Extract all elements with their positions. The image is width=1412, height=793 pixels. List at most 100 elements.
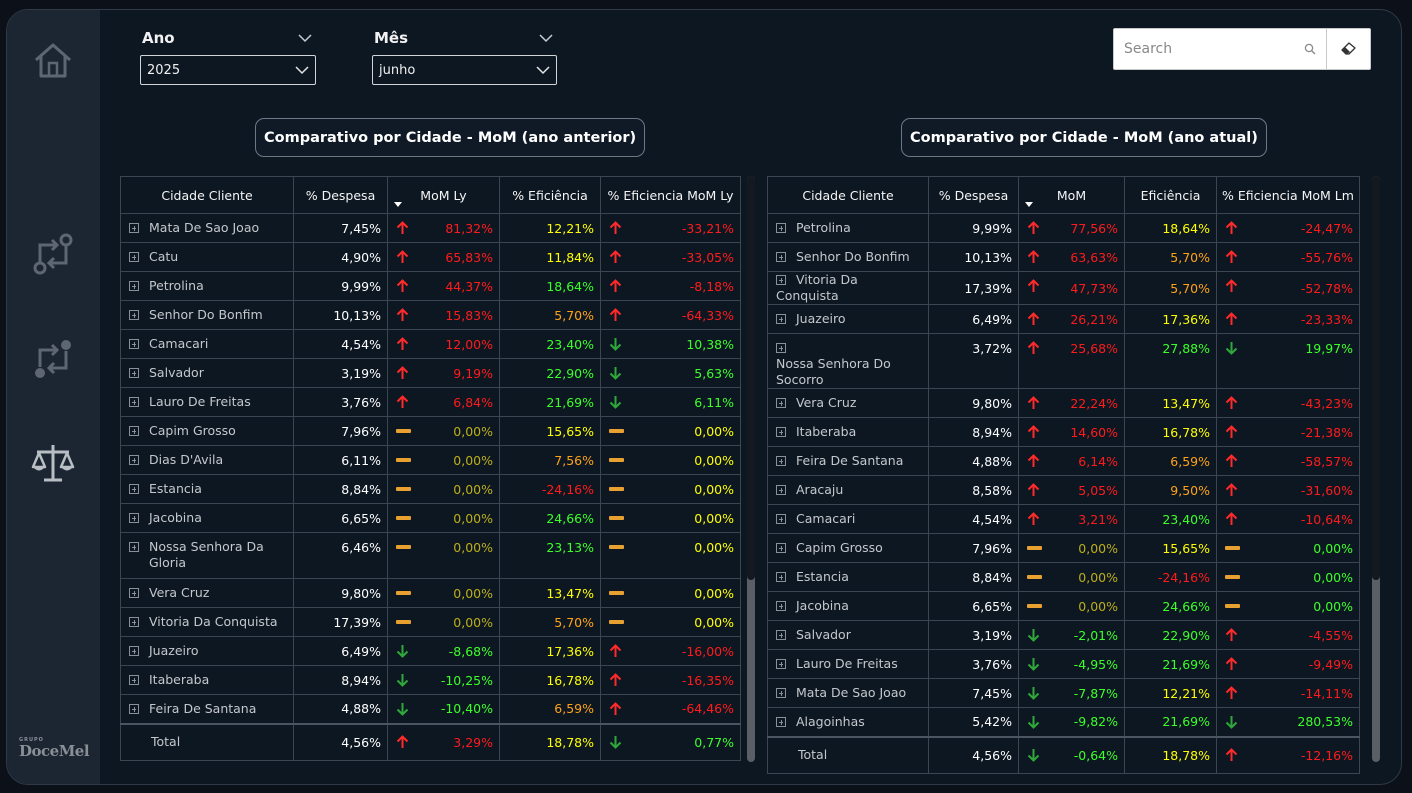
col-header-cidade[interactable]: Cidade Cliente <box>120 176 294 214</box>
city-cell: Camacari <box>120 329 294 359</box>
dash-icon <box>609 615 625 632</box>
chevron-down-icon[interactable] <box>298 33 312 43</box>
expand-plus-icon[interactable] <box>776 688 786 698</box>
col-header-eficiencia[interactable]: % Eficiência <box>499 176 601 214</box>
table-row[interactable]: Salvador 3,19% 9,19% 22,90% 5,63% <box>120 358 741 388</box>
col-header-mom[interactable]: MoM <box>1018 176 1125 214</box>
expand-plus-icon[interactable] <box>776 572 786 582</box>
table-row[interactable]: Capim Grosso 7,96% 0,00% 15,65% 0,00% <box>120 416 741 446</box>
table-row[interactable]: Alagoinhas 5,42% -9,82% 21,69% 280,53% <box>767 707 1360 737</box>
table-row[interactable]: Estancia 8,84% 0,00% -24,16% 0,00% <box>120 474 741 504</box>
table-row[interactable]: Feira De Santana 4,88% -10,40% 6,59% -64,46% <box>120 694 741 724</box>
expand-plus-icon[interactable] <box>129 588 139 598</box>
col-header-eficiencia[interactable]: Eficiência <box>1124 176 1217 214</box>
expand-plus-icon[interactable] <box>776 601 786 611</box>
table-row[interactable]: Petrolina 9,99% 44,37% 18,64% -8,18% <box>120 271 741 301</box>
right-scrollbar[interactable] <box>1372 176 1380 762</box>
table-row[interactable]: Catu 4,90% 65,83% 11,84% -33,05% <box>120 242 741 272</box>
eficiencia-mom-cell: -9,49% <box>1216 649 1360 679</box>
home-icon[interactable] <box>31 38 75 82</box>
table-row[interactable]: Mata De Sao Joao 7,45% -7,87% 12,21% -14,11% <box>767 678 1360 708</box>
expand-plus-icon[interactable] <box>129 339 139 349</box>
expand-plus-icon[interactable] <box>129 646 139 656</box>
table-row[interactable]: Camacari 4,54% 3,21% 23,40% -10,64% <box>767 504 1360 534</box>
scroll-thumb[interactable] <box>747 176 755 580</box>
table-row[interactable]: Camacari 4,54% 12,00% 23,40% 10,38% <box>120 329 741 359</box>
expand-plus-icon[interactable] <box>129 484 139 494</box>
eficiencia-mom-cell: 19,97% <box>1216 333 1360 389</box>
compare-arrows-alt-icon[interactable] <box>31 337 75 381</box>
expand-plus-icon[interactable] <box>129 513 139 523</box>
expand-plus-icon[interactable] <box>776 314 786 324</box>
expand-plus-icon[interactable] <box>776 485 786 495</box>
expand-plus-icon[interactable] <box>776 275 786 285</box>
expand-plus-icon[interactable] <box>129 252 139 262</box>
col-header-cidade[interactable]: Cidade Cliente <box>767 176 929 214</box>
col-header-despesa[interactable]: % Despesa <box>293 176 388 214</box>
table-row[interactable]: Mata De Sao Joao 7,45% 81,32% 12,21% -33,21% <box>120 213 741 243</box>
table-row[interactable]: Itaberaba 8,94% 14,60% 16,78% -21,38% <box>767 417 1360 447</box>
scroll-thumb[interactable] <box>1372 176 1380 580</box>
expand-plus-icon[interactable] <box>129 703 139 714</box>
expand-plus-icon[interactable] <box>129 223 139 233</box>
table-row[interactable]: Lauro De Freitas 3,76% -4,95% 21,69% -9,49% <box>767 649 1360 679</box>
ano-dropdown[interactable]: 2025 <box>140 55 316 85</box>
total-row[interactable]: Total 4,56% -0,64% 18,78% -12,16% <box>767 735 1360 774</box>
expand-plus-icon[interactable] <box>129 455 139 465</box>
sidebar: GRUPO DoceMel <box>7 10 100 784</box>
expand-plus-icon[interactable] <box>776 456 786 466</box>
compare-arrows-icon[interactable] <box>31 232 75 276</box>
col-header-despesa[interactable]: % Despesa <box>928 176 1019 214</box>
table-row[interactable]: Vera Cruz 9,80% 0,00% 13,47% 0,00% <box>120 578 741 608</box>
table-row[interactable]: Itaberaba 8,94% -10,25% 16,78% -16,35% <box>120 665 741 695</box>
table-row[interactable]: Aracaju 8,58% 5,05% 9,50% -31,60% <box>767 475 1360 505</box>
col-header-mom[interactable]: MoM Ly <box>387 176 500 214</box>
table-row[interactable]: Vitoria Da Conquista 17,39% 0,00% 5,70% 0,00… <box>120 607 741 637</box>
expand-plus-icon[interactable] <box>776 252 786 262</box>
eraser-button[interactable] <box>1327 29 1370 69</box>
expand-plus-icon[interactable] <box>129 617 139 627</box>
expand-plus-icon[interactable] <box>776 514 786 524</box>
expand-plus-icon[interactable] <box>776 343 786 353</box>
table-row[interactable]: Vera Cruz 9,80% 22,24% 13,47% -43,23% <box>767 388 1360 418</box>
table-row[interactable]: Nossa Senhora Do Socorro 3,72% 25,68% 27,88… <box>767 333 1360 389</box>
chevron-down-icon[interactable] <box>539 33 553 43</box>
table-row[interactable]: Senhor Do Bonfim 10,13% 63,63% 5,70% -55,76% <box>767 242 1360 272</box>
expand-plus-icon[interactable] <box>129 675 139 685</box>
table-row[interactable]: Jacobina 6,65% 0,00% 24,66% 0,00% <box>120 503 741 533</box>
col-header-eficiencia-mom[interactable]: % Eficiencia MoM Lm <box>1216 176 1360 214</box>
search-input[interactable]: Search <box>1114 29 1327 69</box>
table-row[interactable]: Juazeiro 6,49% -8,68% 17,36% -16,00% <box>120 636 741 666</box>
expand-plus-icon[interactable] <box>776 716 786 727</box>
table-row[interactable]: Feira De Santana 4,88% 6,14% 6,59% -58,57% <box>767 446 1360 476</box>
expand-plus-icon[interactable] <box>776 398 786 408</box>
expand-plus-icon[interactable] <box>776 630 786 640</box>
table-row[interactable]: Capim Grosso 7,96% 0,00% 15,65% 0,00% <box>767 533 1360 563</box>
left-scrollbar[interactable] <box>747 176 755 762</box>
expand-plus-icon[interactable] <box>776 543 786 553</box>
expand-plus-icon[interactable] <box>129 426 139 436</box>
total-row[interactable]: Total 4,56% 3,29% 18,78% 0,77% <box>120 722 741 761</box>
table-row[interactable]: Lauro De Freitas 3,76% 6,84% 21,69% 6,11% <box>120 387 741 417</box>
table-row[interactable]: Estancia 8,84% 0,00% -24,16% 0,00% <box>767 562 1360 592</box>
expand-plus-icon[interactable] <box>776 659 786 669</box>
search-icon[interactable] <box>1304 43 1316 55</box>
expand-plus-icon[interactable] <box>129 368 139 378</box>
expand-plus-icon[interactable] <box>129 310 139 320</box>
expand-plus-icon[interactable] <box>129 542 139 552</box>
table-row[interactable]: Salvador 3,19% -2,01% 22,90% -4,55% <box>767 620 1360 650</box>
table-row[interactable]: Dias D'Avila 6,11% 0,00% 7,56% 0,00% <box>120 445 741 475</box>
mes-dropdown[interactable]: junho <box>372 55 557 85</box>
balance-scale-icon[interactable] <box>31 441 75 485</box>
expand-plus-icon[interactable] <box>129 281 139 291</box>
col-header-eficiencia-mom[interactable]: % Eficiencia MoM Ly <box>600 176 741 214</box>
table-row[interactable]: Juazeiro 6,49% 26,21% 17,36% -23,33% <box>767 304 1360 334</box>
table-row[interactable]: Nossa Senhora Da Gloria 6,46% 0,00% 23,13% 0… <box>120 532 741 579</box>
expand-plus-icon[interactable] <box>776 223 786 233</box>
table-row[interactable]: Petrolina 9,99% 77,56% 18,64% -24,47% <box>767 213 1360 243</box>
expand-plus-icon[interactable] <box>129 397 139 407</box>
table-row[interactable]: Vitoria Da Conquista 17,39% 47,73% 5,70% -52… <box>767 271 1360 305</box>
expand-plus-icon[interactable] <box>776 427 786 437</box>
table-row[interactable]: Senhor Do Bonfim 10,13% 15,83% 5,70% -64,33% <box>120 300 741 330</box>
table-row[interactable]: Jacobina 6,65% 0,00% 24,66% 0,00% <box>767 591 1360 621</box>
